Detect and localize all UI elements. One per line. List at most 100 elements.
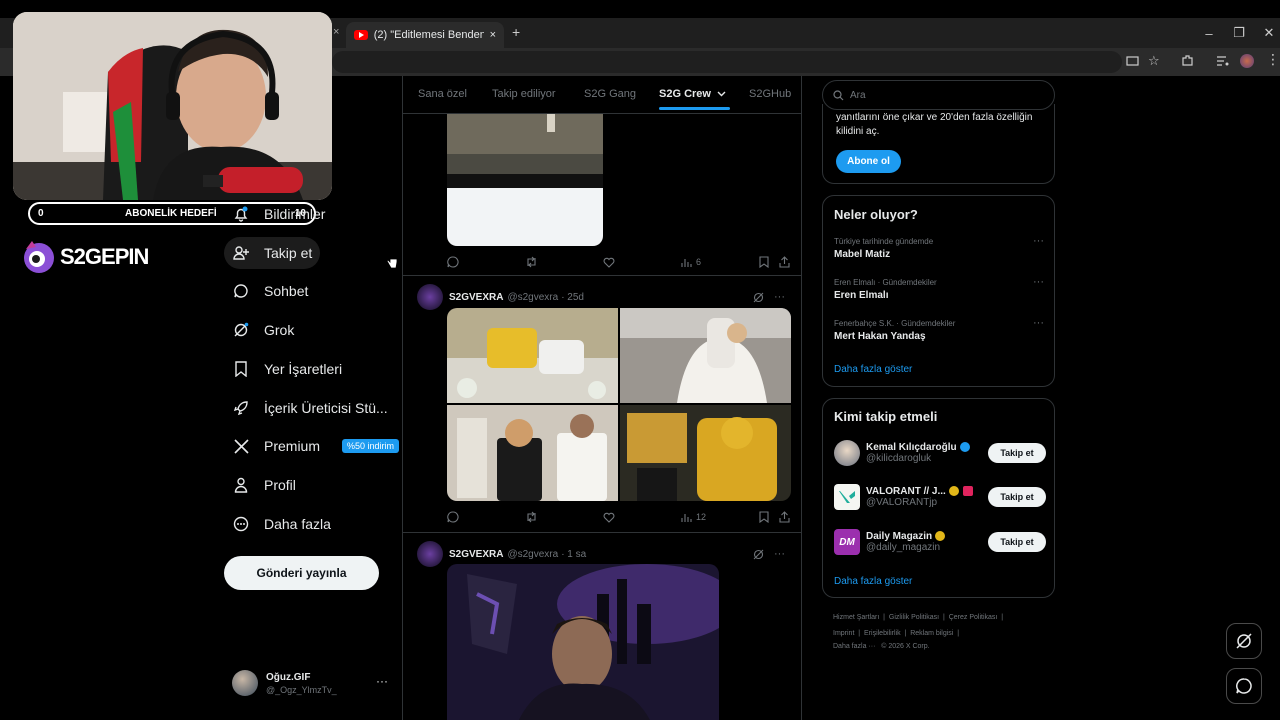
prev-tab-close-icon[interactable]: × bbox=[333, 26, 339, 38]
premium-discount-badge: %50 indirim bbox=[342, 439, 400, 453]
x-logo-icon bbox=[232, 437, 250, 455]
reply-icon[interactable] bbox=[447, 256, 459, 268]
suggestion-avatar bbox=[834, 440, 860, 466]
media-image-3 bbox=[447, 405, 618, 501]
footer-link[interactable]: Hizmet Şartları bbox=[833, 614, 879, 621]
nav-notifications[interactable]: Bildirimler bbox=[224, 198, 333, 230]
like-icon[interactable] bbox=[603, 512, 615, 523]
tweet-more-icon[interactable]: ··· bbox=[774, 291, 785, 303]
nav-creator-studio[interactable]: İçerik Üreticisi Stü... bbox=[224, 392, 396, 424]
tab-close-icon[interactable]: × bbox=[490, 29, 496, 41]
account-avatar bbox=[232, 670, 258, 696]
nav-premium[interactable]: Premium %50 indirim bbox=[224, 430, 407, 462]
browser-tab-youtube[interactable]: (2) "Editlemesi Benden Like Atm × bbox=[346, 22, 504, 48]
retweet-icon[interactable] bbox=[525, 256, 538, 268]
follow-suggestion[interactable]: VALORANT // J... @VALORANTjp Takip et bbox=[834, 482, 1046, 512]
tweet-author-name[interactable]: S2GVEXRA bbox=[449, 549, 503, 560]
close-window-button[interactable]: ✕ bbox=[1254, 18, 1280, 48]
footer-link[interactable]: Gizlilik Politikası bbox=[889, 614, 939, 621]
share-icon[interactable] bbox=[779, 511, 790, 523]
grok-floating-button[interactable] bbox=[1226, 623, 1262, 659]
tab-s2g-crew[interactable]: S2G Crew bbox=[659, 88, 731, 110]
bookmark-tweet-icon[interactable] bbox=[759, 256, 769, 268]
footer-link[interactable]: Çerez Politikası bbox=[949, 614, 998, 621]
tweet-more-icon[interactable]: ··· bbox=[774, 548, 785, 560]
footer-link[interactable]: Daha fazla ··· bbox=[833, 643, 875, 650]
tab-for-you[interactable]: Sana özel bbox=[418, 88, 467, 100]
nav-chat[interactable]: Sohbet bbox=[224, 275, 316, 307]
footer-link[interactable]: Imprint bbox=[833, 630, 854, 637]
address-bar[interactable] bbox=[332, 51, 1122, 73]
account-switcher[interactable]: Oğuz.GIF @_Ogz_YlmzTv_ ··· bbox=[232, 668, 392, 698]
trend-item[interactable]: Fenerbahçe S.K. · Gündemdekiler Mert Hak… bbox=[834, 317, 1044, 342]
profile-avatar-icon[interactable] bbox=[1240, 54, 1254, 68]
footer-link[interactable]: Reklam bilgisi bbox=[910, 630, 953, 637]
who-to-follow-show-more[interactable]: Daha fazla göster bbox=[834, 576, 912, 587]
tab-following[interactable]: Takip ediliyor bbox=[492, 88, 556, 100]
minimize-button[interactable]: – bbox=[1194, 18, 1224, 48]
retweet-icon[interactable] bbox=[525, 511, 538, 523]
bookmark-tweet-icon[interactable] bbox=[759, 511, 769, 523]
follow-suggestion[interactable]: Kemal Kılıçdaroğlu @kilicdarogluk Takip … bbox=[834, 438, 1046, 468]
nav-bookmarks[interactable]: Yer İşaretleri bbox=[224, 353, 350, 385]
views-stat[interactable]: 6 bbox=[681, 257, 701, 268]
grok-explain-icon[interactable] bbox=[753, 292, 764, 303]
nav-profile[interactable]: Profil bbox=[224, 469, 304, 501]
extensions-icon[interactable] bbox=[1181, 54, 1194, 67]
follow-button[interactable]: Takip et bbox=[988, 443, 1046, 463]
tweet-media-image[interactable] bbox=[447, 564, 719, 720]
trend-name: Mabel Matiz bbox=[834, 249, 891, 260]
post-button[interactable]: Gönderi yayınla bbox=[224, 556, 379, 590]
tweet-divider bbox=[403, 275, 801, 276]
nav-label-chat: Sohbet bbox=[264, 283, 309, 299]
media-controls-icon[interactable] bbox=[1216, 55, 1229, 67]
trend-item[interactable]: Türkiye tarihinde gündemde Mabel Matiz ·… bbox=[834, 235, 1044, 260]
tweet-avatar[interactable] bbox=[417, 541, 443, 567]
bookmark-star-icon[interactable]: ☆ bbox=[1148, 53, 1160, 69]
tweet-author-name[interactable]: S2GVEXRA bbox=[449, 292, 503, 303]
grok-explain-icon[interactable] bbox=[753, 549, 764, 560]
trend-more-icon[interactable]: ··· bbox=[1033, 235, 1044, 247]
tweet-avatar[interactable] bbox=[417, 284, 443, 310]
share-icon[interactable] bbox=[779, 256, 790, 268]
tweet-time: · 1 sa bbox=[561, 548, 587, 560]
media-image-4 bbox=[620, 405, 791, 501]
hand-cursor-icon bbox=[386, 253, 398, 269]
trend-more-icon[interactable]: ··· bbox=[1033, 276, 1044, 288]
reply-icon[interactable] bbox=[447, 511, 459, 523]
tweet-author-handle[interactable]: @s2gvexra bbox=[507, 549, 558, 560]
new-tab-button[interactable]: + bbox=[512, 24, 520, 40]
trend-more-icon[interactable]: ··· bbox=[1033, 317, 1044, 329]
account-menu-icon[interactable]: ··· bbox=[376, 674, 388, 688]
views-count: 12 bbox=[696, 512, 707, 522]
trends-show-more[interactable]: Daha fazla göster bbox=[834, 364, 912, 375]
media-image-2 bbox=[620, 308, 791, 403]
footer-links-row-3: Daha fazla ··· © 2026 X Corp. bbox=[833, 643, 930, 650]
follow-suggestion[interactable]: DM Daily Magazin @daily_magazin Takip et bbox=[834, 527, 1046, 557]
grok-icon bbox=[232, 321, 250, 339]
nav-more[interactable]: Daha fazla bbox=[224, 508, 339, 540]
nav-label-profile: Profil bbox=[264, 477, 296, 493]
like-icon[interactable] bbox=[603, 257, 615, 268]
tweet-author-handle[interactable]: @s2gvexra bbox=[507, 292, 558, 303]
subscribe-button[interactable]: Abone ol bbox=[836, 150, 901, 173]
webcam-overlay bbox=[13, 12, 332, 200]
maximize-button[interactable]: ❐ bbox=[1224, 18, 1254, 48]
install-app-icon[interactable] bbox=[1126, 55, 1139, 68]
nav-follow[interactable]: Takip et bbox=[224, 237, 321, 269]
nav-grok[interactable]: Grok bbox=[224, 314, 302, 346]
footer-link[interactable]: Erişilebilirlik bbox=[864, 630, 901, 637]
tweet-actions: 6 bbox=[447, 255, 790, 269]
trend-item[interactable]: Eren Elmalı · Gündemdekiler Eren Elmalı … bbox=[834, 276, 1044, 301]
tab-s2ghub[interactable]: S2GHub bbox=[749, 88, 791, 100]
views-stat[interactable]: 12 bbox=[681, 512, 706, 523]
follow-button[interactable]: Takip et bbox=[988, 487, 1046, 507]
follow-button[interactable]: Takip et bbox=[988, 532, 1046, 552]
messages-floating-button[interactable] bbox=[1226, 668, 1262, 704]
tweet-media-image[interactable] bbox=[447, 114, 603, 246]
tab-s2g-gang[interactable]: S2G Gang bbox=[584, 88, 636, 100]
who-to-follow-title: Kimi takip etmeli bbox=[834, 409, 938, 424]
account-handle: @_Ogz_YlmzTv_ bbox=[266, 684, 337, 695]
browser-menu-icon[interactable]: ⋮ bbox=[1266, 51, 1280, 68]
trend-context: Türkiye tarihinde gündemde bbox=[834, 237, 934, 246]
